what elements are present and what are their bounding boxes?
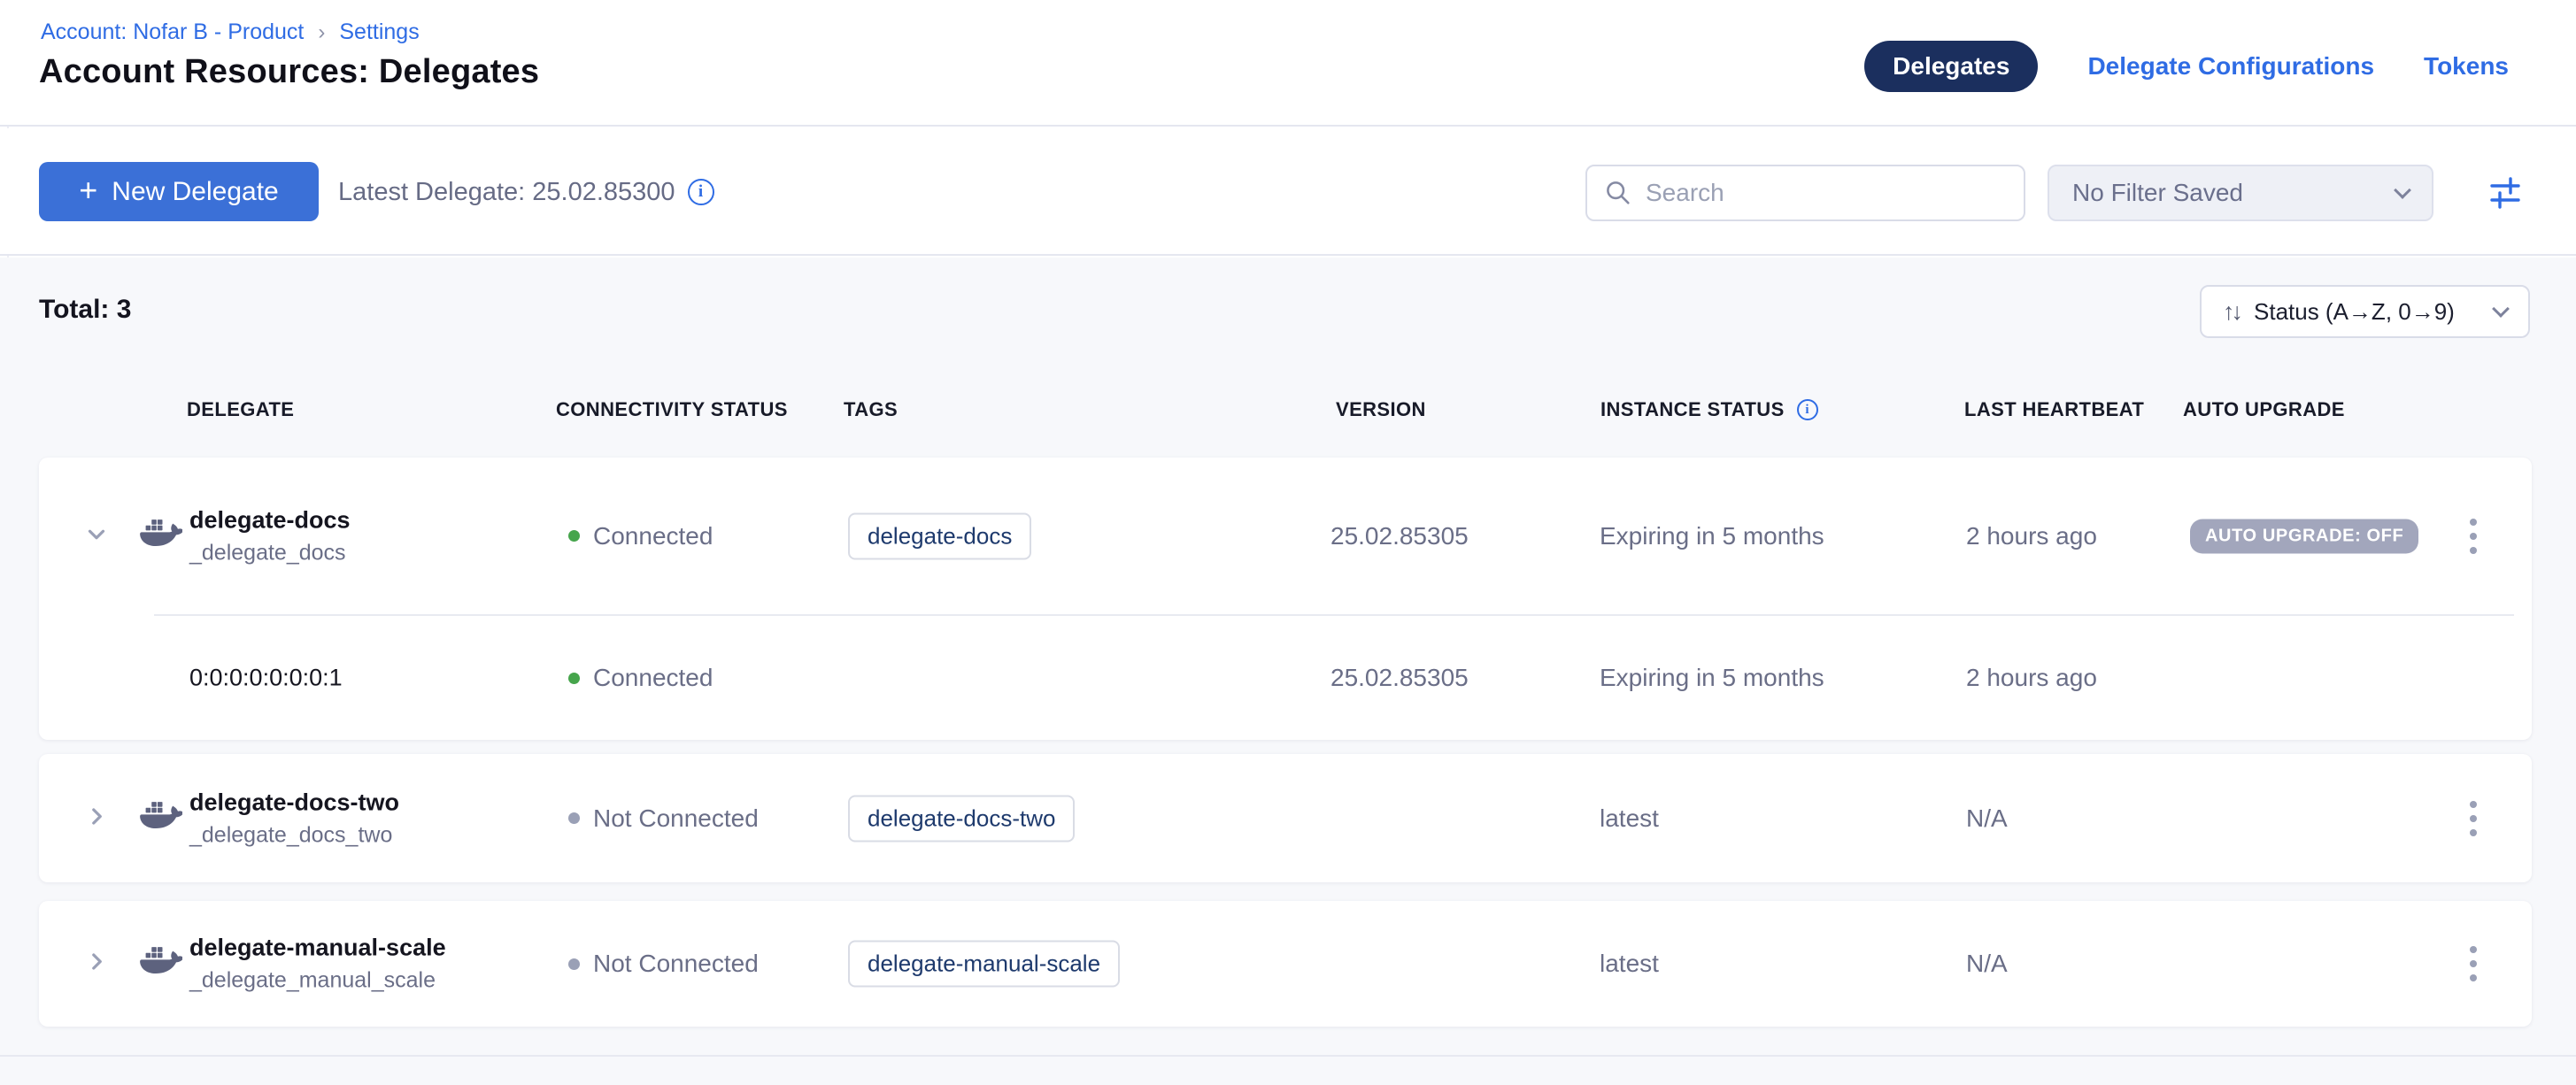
delegate-name-cell[interactable]: delegate-manual-scale _delegate_manual_s… (189, 935, 446, 994)
breadcrumb-account-link[interactable]: Account: Nofar B - Product (41, 19, 304, 45)
column-header-last-heartbeat: LAST HEARTBEAT (1964, 398, 2144, 421)
breadcrumb: Account: Nofar B - Product › Settings (41, 19, 420, 45)
expand-chevron-right-icon[interactable] (83, 803, 110, 834)
connectivity-status: Not Connected (593, 804, 759, 833)
chevron-down-icon (2492, 300, 2510, 318)
latest-delegate-version: Latest Delegate: 25.02.85300 i (338, 128, 714, 256)
column-header-instance-status: INSTANCE STATUS i (1600, 398, 1818, 421)
column-header-auto-upgrade: AUTO UPGRADE (2183, 398, 2345, 421)
auto-upgrade-cell: AUTO UPGRADE: OFF (2190, 519, 2418, 553)
new-delegate-button-label: New Delegate (112, 177, 278, 207)
sort-dropdown-value: Status (A→Z, 0→9) (2254, 298, 2480, 326)
connected-dot-icon (568, 673, 580, 684)
new-delegate-button[interactable]: + New Delegate (39, 162, 319, 221)
docker-whale-icon (135, 943, 182, 985)
instance-status-cell: latest (1600, 804, 1659, 833)
column-header-delegate: DELEGATE (187, 398, 294, 421)
tags-cell: delegate-docs-two (848, 795, 1075, 842)
info-icon[interactable]: i (1797, 399, 1818, 420)
info-icon[interactable]: i (688, 179, 714, 205)
expand-chevron-right-icon[interactable] (83, 949, 110, 980)
last-heartbeat-cell: N/A (1966, 950, 2008, 978)
disconnected-dot-icon (568, 958, 580, 970)
delegate-id: _delegate_docs (189, 540, 351, 566)
delegate-row-delegate-docs-two[interactable]: delegate-docs-two _delegate_docs_two Not… (39, 754, 2532, 882)
search-input[interactable] (1646, 179, 2008, 207)
row-menu-kebab-icon[interactable] (2464, 796, 2482, 842)
connectivity-status-cell: Connected (568, 664, 713, 692)
version-cell: 25.02.85305 (1330, 522, 1469, 550)
delegate-name-cell[interactable]: delegate-docs _delegate_docs (189, 506, 351, 566)
delegate-id: _delegate_docs_two (189, 822, 399, 848)
disconnected-dot-icon (568, 812, 580, 824)
delegate-instance-row: 0:0:0:0:0:0:0:1 Connected 25.02.85305 Ex… (39, 616, 2532, 740)
delegate-row-delegate-manual-scale[interactable]: delegate-manual-scale _delegate_manual_s… (39, 901, 2532, 1027)
filter-sliders-icon (2485, 173, 2526, 213)
tag-chip: delegate-docs-two (848, 795, 1075, 842)
page-title: Account Resources: Delegates (39, 53, 539, 91)
row-menu-kebab-icon[interactable] (2464, 941, 2482, 987)
total-count: Total: 3 (39, 295, 131, 325)
instance-status-cell: Expiring in 5 months (1600, 664, 1824, 692)
connectivity-status: Connected (593, 664, 713, 692)
tab-delegates[interactable]: Delegates (1864, 41, 2038, 92)
instance-status-cell: Expiring in 5 months (1600, 522, 1824, 550)
tags-cell: delegate-docs (848, 512, 1031, 559)
column-header-tags: TAGS (844, 398, 898, 421)
filter-sliders-button[interactable] (2482, 171, 2528, 217)
breadcrumb-settings-link[interactable]: Settings (339, 19, 419, 45)
sort-dropdown[interactable]: ↑↓ Status (A→Z, 0→9) (2200, 285, 2530, 338)
toolbar: + New Delegate Latest Delegate: 25.02.85… (0, 128, 2576, 256)
last-heartbeat-cell: N/A (1966, 804, 2008, 833)
delegate-id: _delegate_manual_scale (189, 968, 446, 994)
connectivity-status: Not Connected (593, 950, 759, 978)
tab-delegate-configurations[interactable]: Delegate Configurations (2087, 52, 2374, 81)
chevron-down-icon (2394, 181, 2411, 199)
tab-tokens[interactable]: Tokens (2424, 52, 2509, 81)
saved-filter-value: No Filter Saved (2072, 179, 2396, 207)
row-menu-kebab-icon[interactable] (2464, 513, 2482, 559)
last-heartbeat-cell: 2 hours ago (1966, 664, 2097, 692)
page-header: Account: Nofar B - Product › Settings Ac… (0, 0, 2576, 127)
delegate-row-delegate-docs[interactable]: delegate-docs _delegate_docs Connected d… (39, 458, 2532, 740)
sort-arrows-icon: ↑↓ (2223, 298, 2240, 326)
column-header-version: VERSION (1336, 398, 1426, 421)
search-icon (1603, 178, 1633, 208)
breadcrumb-separator-icon: › (318, 20, 325, 45)
tag-chip: delegate-docs (848, 512, 1031, 559)
delegate-name[interactable]: delegate-manual-scale (189, 935, 446, 962)
saved-filter-dropdown[interactable]: No Filter Saved (2048, 165, 2433, 221)
instance-host: 0:0:0:0:0:0:0:1 (189, 665, 343, 692)
delegate-name[interactable]: delegate-docs-two (189, 789, 399, 816)
list-bottom-divider (0, 1055, 2576, 1057)
instance-status-cell: latest (1600, 950, 1659, 978)
column-header-instance-status-label: INSTANCE STATUS (1600, 398, 1785, 421)
last-heartbeat-cell: 2 hours ago (1966, 522, 2097, 550)
docker-whale-icon (135, 515, 182, 557)
delegate-name-cell[interactable]: delegate-docs-two _delegate_docs_two (189, 789, 399, 848)
connectivity-status-cell: Connected (568, 522, 713, 550)
connectivity-status-cell: Not Connected (568, 950, 759, 978)
tags-cell: delegate-manual-scale (848, 941, 1120, 988)
tab-bar: Delegates Delegate Configurations Tokens (1864, 41, 2509, 92)
column-header-connectivity: CONNECTIVITY STATUS (556, 398, 788, 421)
docker-whale-icon (135, 797, 182, 839)
auto-upgrade-badge: AUTO UPGRADE: OFF (2190, 519, 2418, 553)
collapse-chevron-down-icon[interactable] (83, 520, 110, 551)
connectivity-status: Connected (593, 522, 713, 550)
delegate-name[interactable]: delegate-docs (189, 506, 351, 534)
connected-dot-icon (568, 530, 580, 542)
version-cell: 25.02.85305 (1330, 664, 1469, 692)
plus-icon: + (79, 174, 97, 206)
connectivity-status-cell: Not Connected (568, 804, 759, 833)
latest-delegate-text: Latest Delegate: 25.02.85300 (338, 178, 675, 207)
delegates-list-section: Total: 3 ↑↓ Status (A→Z, 0→9) DELEGATE C… (0, 258, 2576, 1085)
search-box[interactable] (1585, 165, 2025, 221)
tag-chip: delegate-manual-scale (848, 941, 1120, 988)
